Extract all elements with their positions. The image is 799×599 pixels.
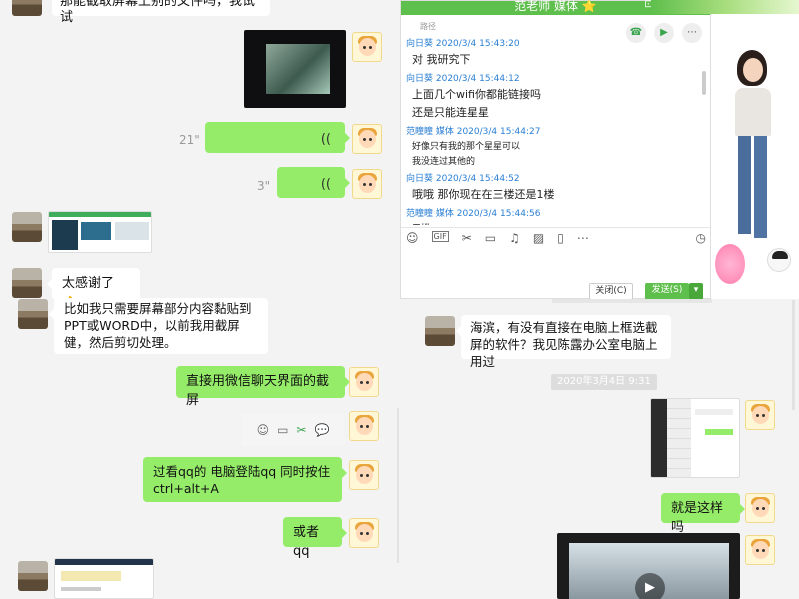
- contact-avatar[interactable]: [12, 268, 42, 298]
- qq-message-text: 我没连过其他的: [412, 157, 476, 167]
- emoji-icon[interactable]: ☺: [406, 231, 419, 247]
- qq-message-text: 路径: [420, 22, 436, 31]
- image-message[interactable]: [650, 398, 740, 478]
- qq-message-text: 还是只能连星星: [412, 106, 489, 119]
- contact-avatar[interactable]: [12, 212, 42, 242]
- qq-message-meta: 范瞳瞳 媒体 2020/3/4 15:44:27: [406, 127, 541, 137]
- qq-message-text: 哦哦 那你现在在三楼还是1楼: [412, 188, 555, 201]
- voice-message[interactable]: ((: [277, 167, 350, 198]
- scrollbar[interactable]: [792, 300, 795, 410]
- voice-duration: 3": [257, 179, 271, 193]
- message-bubble: 过看qq的 电脑登陆qq 同时按住ctrl+alt+A: [143, 457, 347, 502]
- qq-message-text: 上面几个wifi你都能链接吗: [412, 88, 541, 101]
- message-text: 比如我只需要屏幕部分内容黏贴到PPT或WORD中，以前我用截屏健，然后剪切处理。: [64, 301, 252, 350]
- voice-wave-icon: ((: [320, 177, 331, 192]
- image-icon[interactable]: ▨: [533, 231, 544, 247]
- my-avatar[interactable]: [352, 32, 382, 62]
- my-avatar[interactable]: [745, 400, 775, 430]
- shake-icon[interactable]: ▯: [557, 231, 564, 247]
- character-face: [743, 58, 763, 82]
- toolbar-image: ☺ ▭ ✂ 💬: [242, 414, 344, 446]
- character-leg: [738, 136, 751, 234]
- contact-avatar[interactable]: [425, 316, 455, 346]
- scissors-icon[interactable]: ✂: [462, 231, 472, 247]
- close-button[interactable]: 关闭(C): [589, 283, 633, 300]
- message-timestamp: 2020年3月4日 9:31: [551, 374, 657, 390]
- message-bubble: 直接用微信聊天界面的截屏: [176, 366, 350, 408]
- image-content: [266, 44, 330, 94]
- voice-wave-icon: ((: [320, 132, 331, 147]
- image-message[interactable]: [244, 30, 346, 108]
- qq-message-meta: 向日葵 2020/3/4 15:43:20: [406, 39, 520, 49]
- mini-avatar: [767, 248, 791, 272]
- my-avatar[interactable]: [745, 535, 775, 565]
- folder-icon: ▭: [277, 423, 289, 437]
- image-message[interactable]: [54, 558, 154, 599]
- qq-message-text: 好像只有我的那个星星可以: [412, 142, 521, 152]
- my-avatar[interactable]: [349, 460, 379, 490]
- character-leg: [754, 136, 767, 238]
- qq-chat-window: 范老师 媒体 ⭐ ⊡ — ☐ ✕ ☎ ▶ ⋯ 路径 向日葵 2020/3/4 1…: [400, 0, 712, 300]
- my-avatar[interactable]: [349, 518, 379, 548]
- emoji-icon: ☺: [256, 423, 270, 437]
- play-icon[interactable]: ▶: [635, 573, 665, 599]
- qq-message-list: 路径 向日葵 2020/3/4 15:43:20 对 我研究下 向日葵 2020…: [406, 19, 706, 225]
- message-bubble-partial: 那能截取屏幕上别的文件吗，我试试: [52, 0, 270, 25]
- message-bubble: 太感谢了👌: [47, 268, 140, 311]
- contact-avatar[interactable]: [18, 299, 48, 329]
- video-message[interactable]: ▶: [557, 533, 740, 599]
- message-text: 或者qq: [293, 525, 320, 559]
- message-text: 那能截取屏幕上别的文件吗，我试试: [60, 0, 256, 25]
- my-avatar[interactable]: [745, 493, 775, 523]
- qq-message-text: 三楼: [412, 221, 706, 225]
- more-icon[interactable]: ⋯: [577, 231, 589, 247]
- qq-message-meta: 向日葵 2020/3/4 15:44:52: [406, 174, 520, 184]
- message-bubble: 海滨，有没有直接在电脑上框选截屏的软件？我见陈露办公室电脑上用过: [456, 315, 671, 369]
- my-avatar[interactable]: [349, 367, 379, 397]
- message-text: 直接用微信聊天界面的截屏: [186, 374, 330, 408]
- pet-character: [715, 244, 745, 284]
- qq-scrollbar[interactable]: [702, 71, 706, 95]
- message-text: 过看qq的 电脑登陆qq 同时按住ctrl+alt+A: [153, 464, 331, 496]
- qq-show-panel: [651, 0, 799, 299]
- my-avatar[interactable]: [349, 411, 379, 441]
- my-avatar[interactable]: [352, 124, 382, 154]
- character-body: [735, 88, 771, 136]
- voice-message[interactable]: ((: [205, 122, 350, 153]
- qq-message-meta: 范瞳瞳 媒体 2020/3/4 15:44:56: [406, 209, 541, 219]
- send-options-icon[interactable]: ▾: [689, 283, 703, 300]
- contact-avatar[interactable]: [18, 561, 48, 591]
- scissors-icon: ✂: [296, 423, 307, 437]
- message-bubble: 就是这样吗: [661, 493, 745, 535]
- folder-icon[interactable]: ▭: [485, 231, 496, 247]
- message-bubble: 或者qq: [283, 517, 347, 559]
- qq-message-text: 对 我研究下: [412, 53, 471, 66]
- music-icon[interactable]: ♫: [509, 231, 520, 247]
- contact-avatar[interactable]: [12, 0, 42, 16]
- chat-icon: 💬: [314, 423, 330, 437]
- screenshot-root: 那能截取屏幕上别的文件吗，我试试 21" (( 3" (( 太感谢了👌 比如我只…: [0, 0, 799, 599]
- image-message[interactable]: [48, 211, 152, 253]
- qq-input-toolbar: ☺ GIF ✂ ▭ ♫ ▨ ▯ ⋯ ◷: [406, 231, 706, 247]
- send-button[interactable]: 发送(S): [645, 283, 689, 300]
- voice-duration: 21": [179, 133, 200, 147]
- my-avatar[interactable]: [352, 169, 382, 199]
- gif-icon[interactable]: GIF: [431, 231, 449, 242]
- scrollbar[interactable]: [397, 408, 399, 563]
- qq-title: 范老师 媒体 ⭐: [514, 0, 597, 13]
- history-icon[interactable]: ◷: [696, 231, 706, 247]
- qq-message-meta: 向日葵 2020/3/4 15:44:12: [406, 74, 520, 84]
- message-bubble: 比如我只需要屏幕部分内容黏贴到PPT或WORD中，以前我用截屏健，然后剪切处理。: [49, 298, 268, 354]
